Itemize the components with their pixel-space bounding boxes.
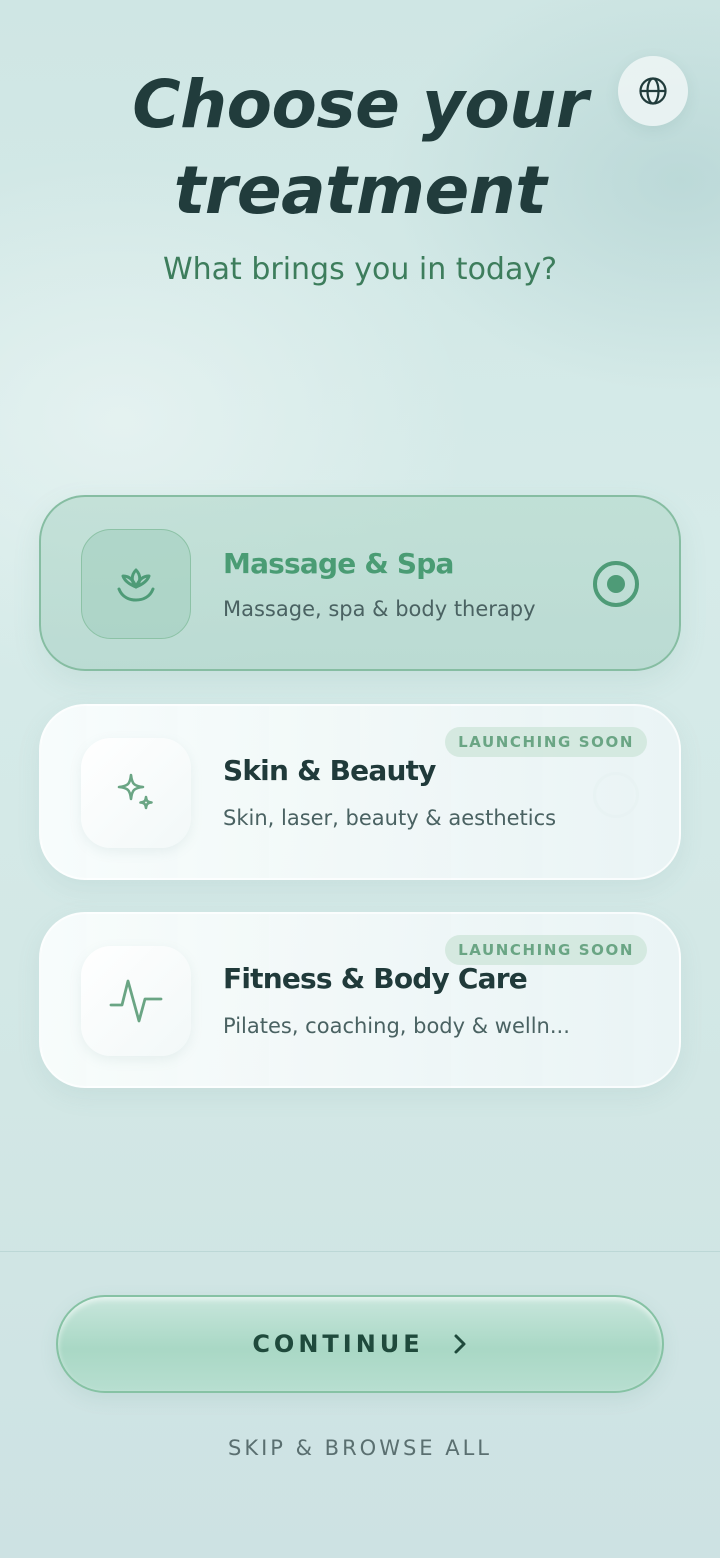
option-description: Massage, spa & body therapy <box>223 597 536 621</box>
option-description: Pilates, coaching, body & welln... <box>223 1014 570 1038</box>
option-icon-tile <box>81 529 191 639</box>
lotus-icon <box>112 564 160 604</box>
option-title: Massage & Spa <box>223 547 454 580</box>
option-icon-tile <box>81 946 191 1056</box>
option-card-skin-beauty[interactable]: LAUNCHING SOON Skin & Beauty Skin, laser… <box>39 704 681 880</box>
pulse-icon <box>108 973 164 1029</box>
continue-label: CONTINUE <box>252 1330 424 1358</box>
page-title-line-2: treatment <box>173 152 547 229</box>
option-radio-unselected[interactable] <box>593 772 639 818</box>
option-description: Skin, laser, beauty & aesthetics <box>223 806 557 830</box>
continue-button[interactable]: CONTINUE <box>56 1295 664 1393</box>
radio-dot <box>607 575 625 593</box>
launching-soon-badge: LAUNCHING SOON <box>445 727 647 757</box>
option-title: Skin & Beauty <box>223 754 436 787</box>
option-card-fitness-body-care[interactable]: LAUNCHING SOON Fitness & Body Care Pilat… <box>39 912 681 1088</box>
chevron-right-icon <box>452 1332 468 1356</box>
page-title: Choose your treatment <box>0 62 720 234</box>
page-title-line-1: Choose your <box>132 66 588 143</box>
skip-browse-all-link[interactable]: SKIP & BROWSE ALL <box>0 1436 720 1460</box>
option-card-massage-spa[interactable]: Massage & Spa Massage, spa & body therap… <box>39 495 681 671</box>
footer-divider <box>0 1251 720 1252</box>
option-title: Fitness & Body Care <box>223 962 528 995</box>
option-icon-tile <box>81 738 191 848</box>
sparkle-icon <box>112 769 160 817</box>
option-radio-selected[interactable] <box>593 561 639 607</box>
page-subtitle: What brings you in today? <box>162 252 558 287</box>
launching-soon-badge: LAUNCHING SOON <box>445 935 647 965</box>
treatment-selection-screen: Choose your treatment What brings you in… <box>0 0 720 1558</box>
